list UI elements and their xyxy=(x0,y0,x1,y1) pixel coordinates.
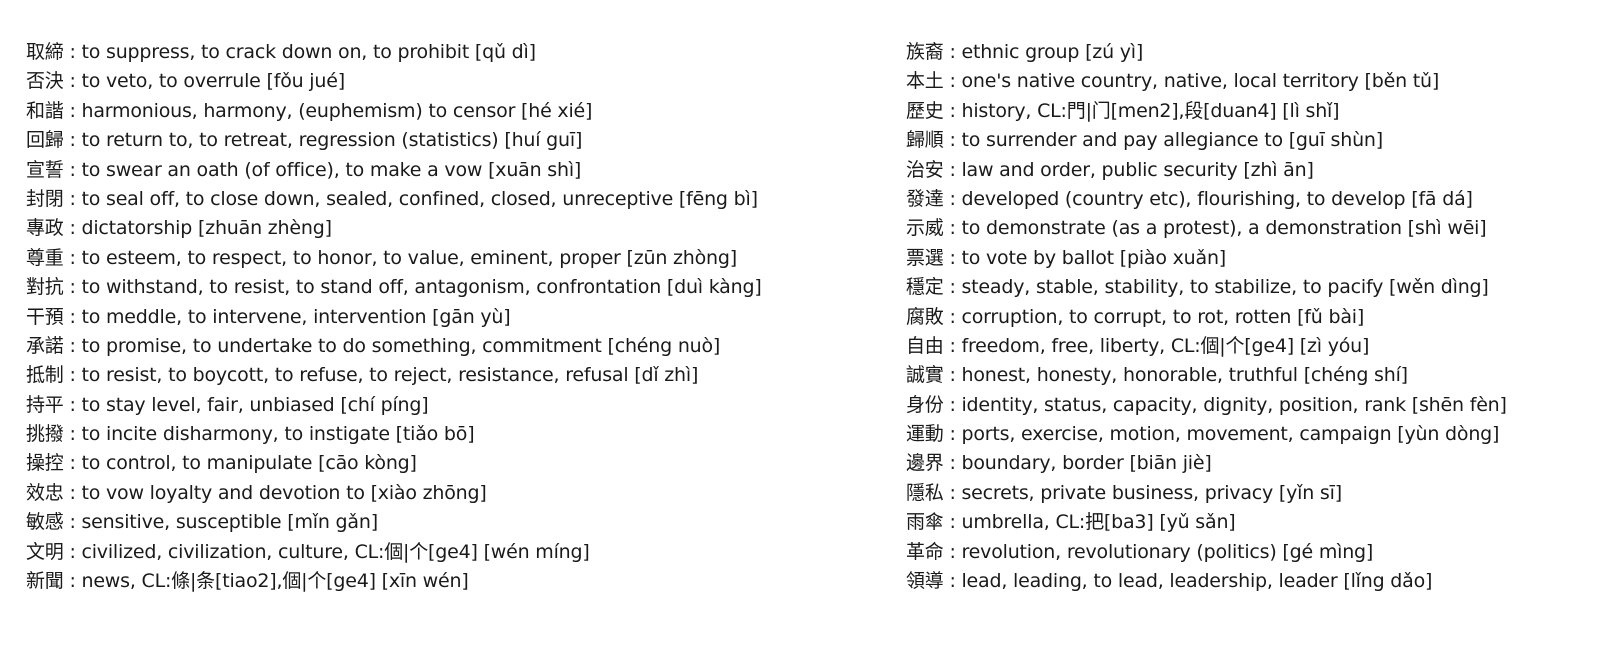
entry-text: 和諧 : harmonious, harmony, (euphemism) to… xyxy=(26,99,593,122)
vocab-entry: 取締 : to suppress, to crack down on, to p… xyxy=(26,38,876,67)
vocab-entry: 運動 : ports, exercise, motion, movement, … xyxy=(906,420,1596,449)
entry-text: 效忠 : to vow loyalty and devotion to [xià… xyxy=(26,481,487,504)
vocab-entry: 封閉 : to seal off, to close down, sealed,… xyxy=(26,185,876,214)
entry-text: 運動 : ports, exercise, motion, movement, … xyxy=(906,423,1500,446)
entry-text: 取締 : to suppress, to crack down on, to p… xyxy=(26,41,536,63)
entry-text: 邊界 : boundary, border [biān jiè] xyxy=(906,452,1212,475)
entry-text: 挑撥 : to incite disharmony, to instigate … xyxy=(26,423,475,446)
entry-text: 敏感 : sensitive, susceptible [mǐn gǎn] xyxy=(26,511,378,534)
vocab-entry: 領導 : lead, leading, to lead, leadership,… xyxy=(906,567,1596,596)
entry-text: 文明 : civilized, civilization, culture, C… xyxy=(26,540,590,563)
entry-text: 身份 : identity, status, capacity, dignity… xyxy=(906,393,1507,416)
entry-text: 否決 : to veto, to overrule [fǒu jué] xyxy=(26,70,345,93)
vocab-entry: 雨傘 : umbrella, CL:把[ba3] [yǔ sǎn] xyxy=(906,508,1596,537)
vocab-entry: 治安 : law and order, public security [zhì… xyxy=(906,156,1596,185)
vocab-entry: 邊界 : boundary, border [biān jiè] xyxy=(906,449,1596,478)
vocab-entry: 革命 : revolution, revolutionary (politics… xyxy=(906,538,1596,567)
vocab-entry: 示威 : to demonstrate (as a protest), a de… xyxy=(906,214,1596,243)
vocabulary-list-left: 取締 : to suppress, to crack down on, to p… xyxy=(26,38,876,596)
entry-text: 雨傘 : umbrella, CL:把[ba3] [yǔ sǎn] xyxy=(906,511,1236,534)
vocab-entry: 專政 : dictatorship [zhuān zhèng] xyxy=(26,214,876,243)
vocab-entry: 對抗 : to withstand, to resist, to stand o… xyxy=(26,273,876,302)
entry-text: 對抗 : to withstand, to resist, to stand o… xyxy=(26,276,762,299)
entry-text: 發達 : developed (country etc), flourishin… xyxy=(906,187,1473,210)
entry-text: 革命 : revolution, revolutionary (politics… xyxy=(906,540,1374,563)
entry-text: 專政 : dictatorship [zhuān zhèng] xyxy=(26,217,332,240)
vocab-entry: 發達 : developed (country etc), flourishin… xyxy=(906,185,1596,214)
entry-text: 自由 : freedom, free, liberty, CL:個|个[ge4]… xyxy=(906,334,1370,357)
vocab-entry: 本土 : one's native country, native, local… xyxy=(906,67,1596,96)
vocab-entry: 身份 : identity, status, capacity, dignity… xyxy=(906,391,1596,420)
vocab-entry: 尊重 : to esteem, to respect, to honor, to… xyxy=(26,244,876,273)
entry-text: 領導 : lead, leading, to lead, leadership,… xyxy=(906,570,1433,593)
vocab-entry: 敏感 : sensitive, susceptible [mǐn gǎn] xyxy=(26,508,876,537)
entry-text: 票選 : to vote by ballot [piào xuǎn] xyxy=(906,246,1227,269)
entry-text: 封閉 : to seal off, to close down, sealed,… xyxy=(26,187,758,210)
vocab-entry: 票選 : to vote by ballot [piào xuǎn] xyxy=(906,244,1596,273)
vocab-entry: 文明 : civilized, civilization, culture, C… xyxy=(26,538,876,567)
vocab-entry: 承諾 : to promise, to undertake to do some… xyxy=(26,332,876,361)
entry-text: 承諾 : to promise, to undertake to do some… xyxy=(26,334,721,357)
entry-text: 尊重 : to esteem, to respect, to honor, to… xyxy=(26,246,737,269)
vocab-entry: 新聞 : news, CL:條|条[tiao2],個|个[ge4] [xīn w… xyxy=(26,567,876,596)
entry-text: 族裔 : ethnic group [zú yì] xyxy=(906,41,1144,63)
vocab-entry: 宣誓 : to swear an oath (of office), to ma… xyxy=(26,156,876,185)
vocab-entry: 持平 : to stay level, fair, unbiased [chí … xyxy=(26,391,876,420)
vocab-entry: 自由 : freedom, free, liberty, CL:個|个[ge4]… xyxy=(906,332,1596,361)
entry-text: 示威 : to demonstrate (as a protest), a de… xyxy=(906,217,1487,240)
vocab-entry: 否決 : to veto, to overrule [fǒu jué] xyxy=(26,67,876,96)
entry-text: 治安 : law and order, public security [zhì… xyxy=(906,158,1314,181)
entry-text: 穩定 : steady, stable, stability, to stabi… xyxy=(906,276,1489,299)
entry-text: 新聞 : news, CL:條|条[tiao2],個|个[ge4] [xīn w… xyxy=(26,570,469,593)
vocab-entry: 操控 : to control, to manipulate [cāo kòng… xyxy=(26,449,876,478)
vocab-entry: 歷史 : history, CL:門|门[men2],段[duan4] [lì … xyxy=(906,97,1596,126)
vocab-entry: 效忠 : to vow loyalty and devotion to [xià… xyxy=(26,479,876,508)
entry-text: 持平 : to stay level, fair, unbiased [chí … xyxy=(26,393,429,416)
vocab-entry: 隱私 : secrets, private business, privacy … xyxy=(906,479,1596,508)
entry-text: 誠實 : honest, honesty, honorable, truthfu… xyxy=(906,364,1408,387)
vocab-entry: 腐敗 : corruption, to corrupt, to rot, rot… xyxy=(906,303,1596,332)
entry-text: 腐敗 : corruption, to corrupt, to rot, rot… xyxy=(906,305,1365,328)
entry-text: 操控 : to control, to manipulate [cāo kòng… xyxy=(26,452,417,475)
vocab-entry: 和諧 : harmonious, harmony, (euphemism) to… xyxy=(26,97,876,126)
vocab-entry: 挑撥 : to incite disharmony, to instigate … xyxy=(26,420,876,449)
vocab-entry: 族裔 : ethnic group [zú yì] xyxy=(906,38,1596,67)
vocab-entry: 歸順 : to surrender and pay allegiance to … xyxy=(906,126,1596,155)
vocab-entry: 穩定 : steady, stable, stability, to stabi… xyxy=(906,273,1596,302)
vocab-entry: 誠實 : honest, honesty, honorable, truthfu… xyxy=(906,361,1596,390)
entry-text: 抵制 : to resist, to boycott, to refuse, t… xyxy=(26,364,699,387)
entry-text: 隱私 : secrets, private business, privacy … xyxy=(906,481,1342,504)
vocabulary-page: { "left_column": [ {"text": "取締 : to sup… xyxy=(0,0,1600,655)
entry-text: 干預 : to meddle, to intervene, interventi… xyxy=(26,305,511,328)
vocab-entry: 干預 : to meddle, to intervene, interventi… xyxy=(26,303,876,332)
entry-text: 歸順 : to surrender and pay allegiance to … xyxy=(906,129,1383,152)
vocab-entry: 回歸 : to return to, to retreat, regressio… xyxy=(26,126,876,155)
entry-text: 宣誓 : to swear an oath (of office), to ma… xyxy=(26,158,582,181)
entry-text: 歷史 : history, CL:門|门[men2],段[duan4] [lì … xyxy=(906,99,1340,122)
entry-text: 回歸 : to return to, to retreat, regressio… xyxy=(26,129,583,152)
vocabulary-list-right: 族裔 : ethnic group [zú yì] 本土 : one's nat… xyxy=(906,38,1596,596)
entry-text: 本土 : one's native country, native, local… xyxy=(906,70,1440,93)
vocab-entry: 抵制 : to resist, to boycott, to refuse, t… xyxy=(26,361,876,390)
